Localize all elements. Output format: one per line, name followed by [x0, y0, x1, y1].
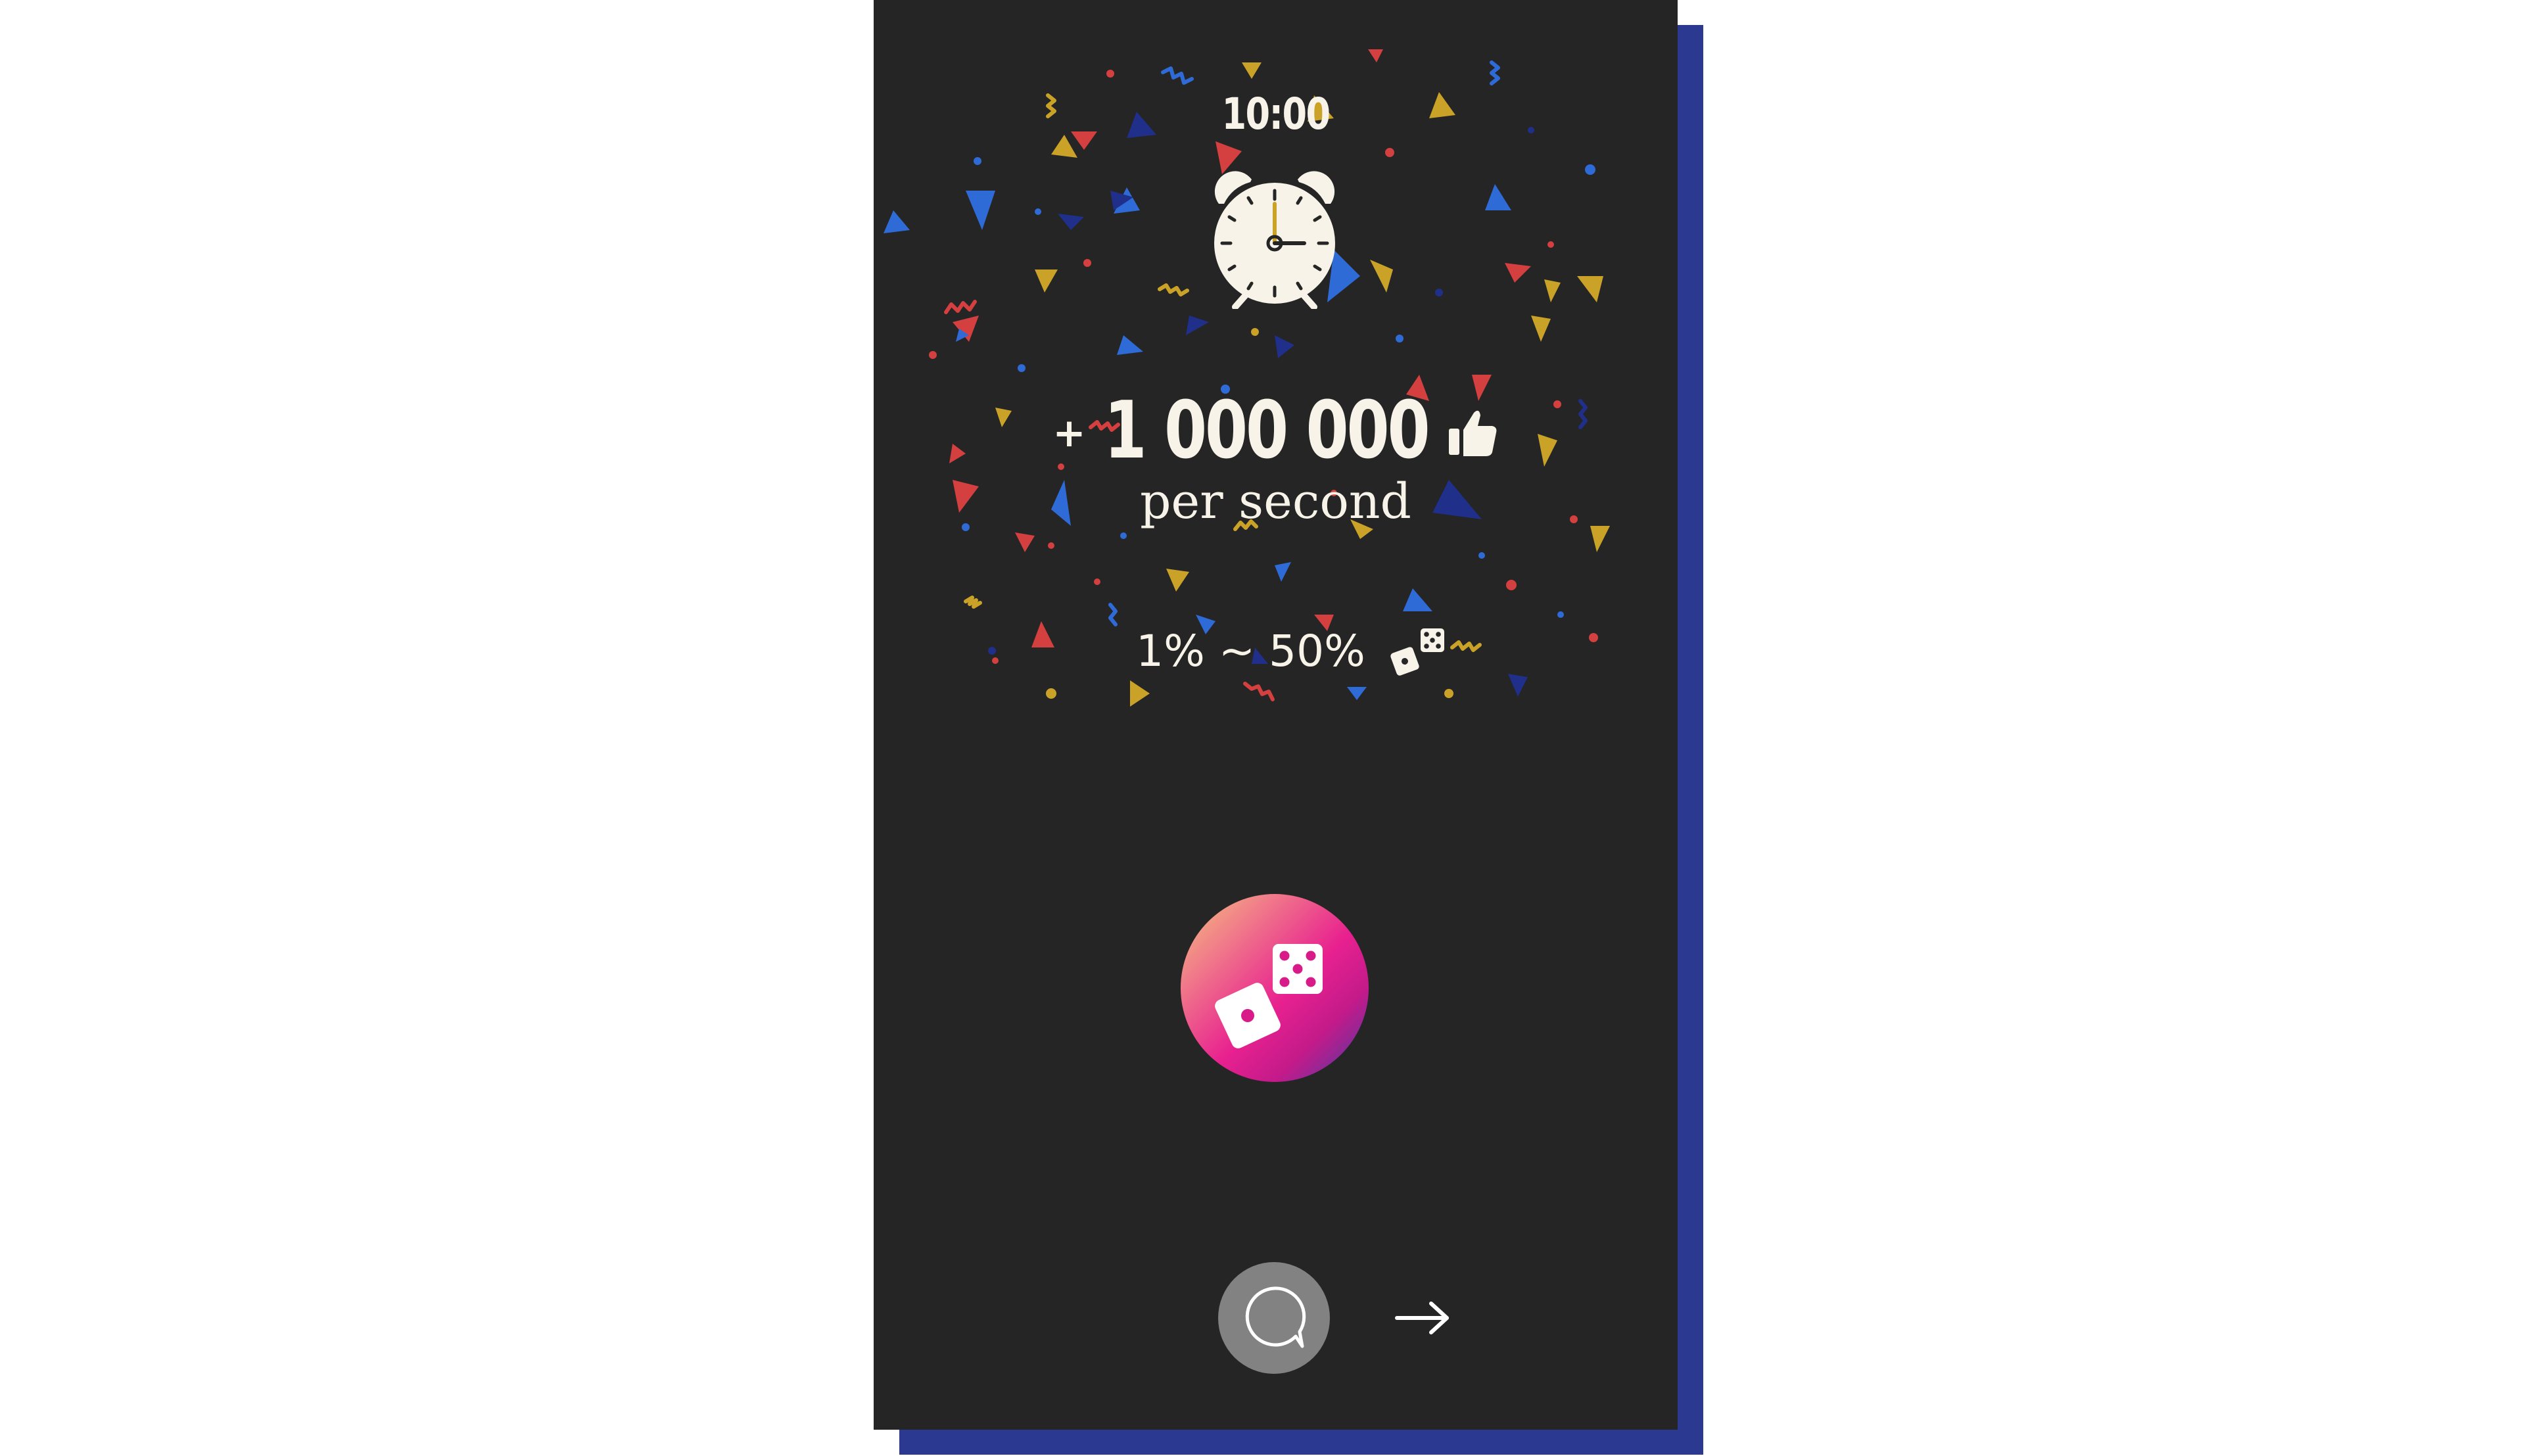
chance-range: 1% ~ 50% — [1136, 625, 1365, 676]
arrow-right-icon[interactable] — [1393, 1292, 1452, 1344]
alarm-clock-icon — [1214, 171, 1335, 309]
plus-sign: + — [1052, 410, 1086, 456]
timer-display: 10:00 — [1221, 89, 1331, 139]
reward-unit: per second — [1140, 473, 1411, 530]
dice-icon — [1390, 628, 1444, 676]
reward-row: + 1 000 000 — [874, 381, 1678, 480]
dice-icon — [1215, 944, 1323, 1048]
thumbs-up-icon — [1448, 410, 1497, 456]
roll-dice-button[interactable] — [1181, 894, 1369, 1082]
phone-screen: 10:00 + 1 000 000 per second 1% ~ 50% — [874, 0, 1678, 1430]
reward-amount: 1 000 000 — [1104, 385, 1430, 477]
chat-bubble-icon — [1245, 1286, 1306, 1348]
chat-button[interactable] — [1218, 1262, 1330, 1374]
chance-row: 1% ~ 50% — [890, 621, 1678, 680]
